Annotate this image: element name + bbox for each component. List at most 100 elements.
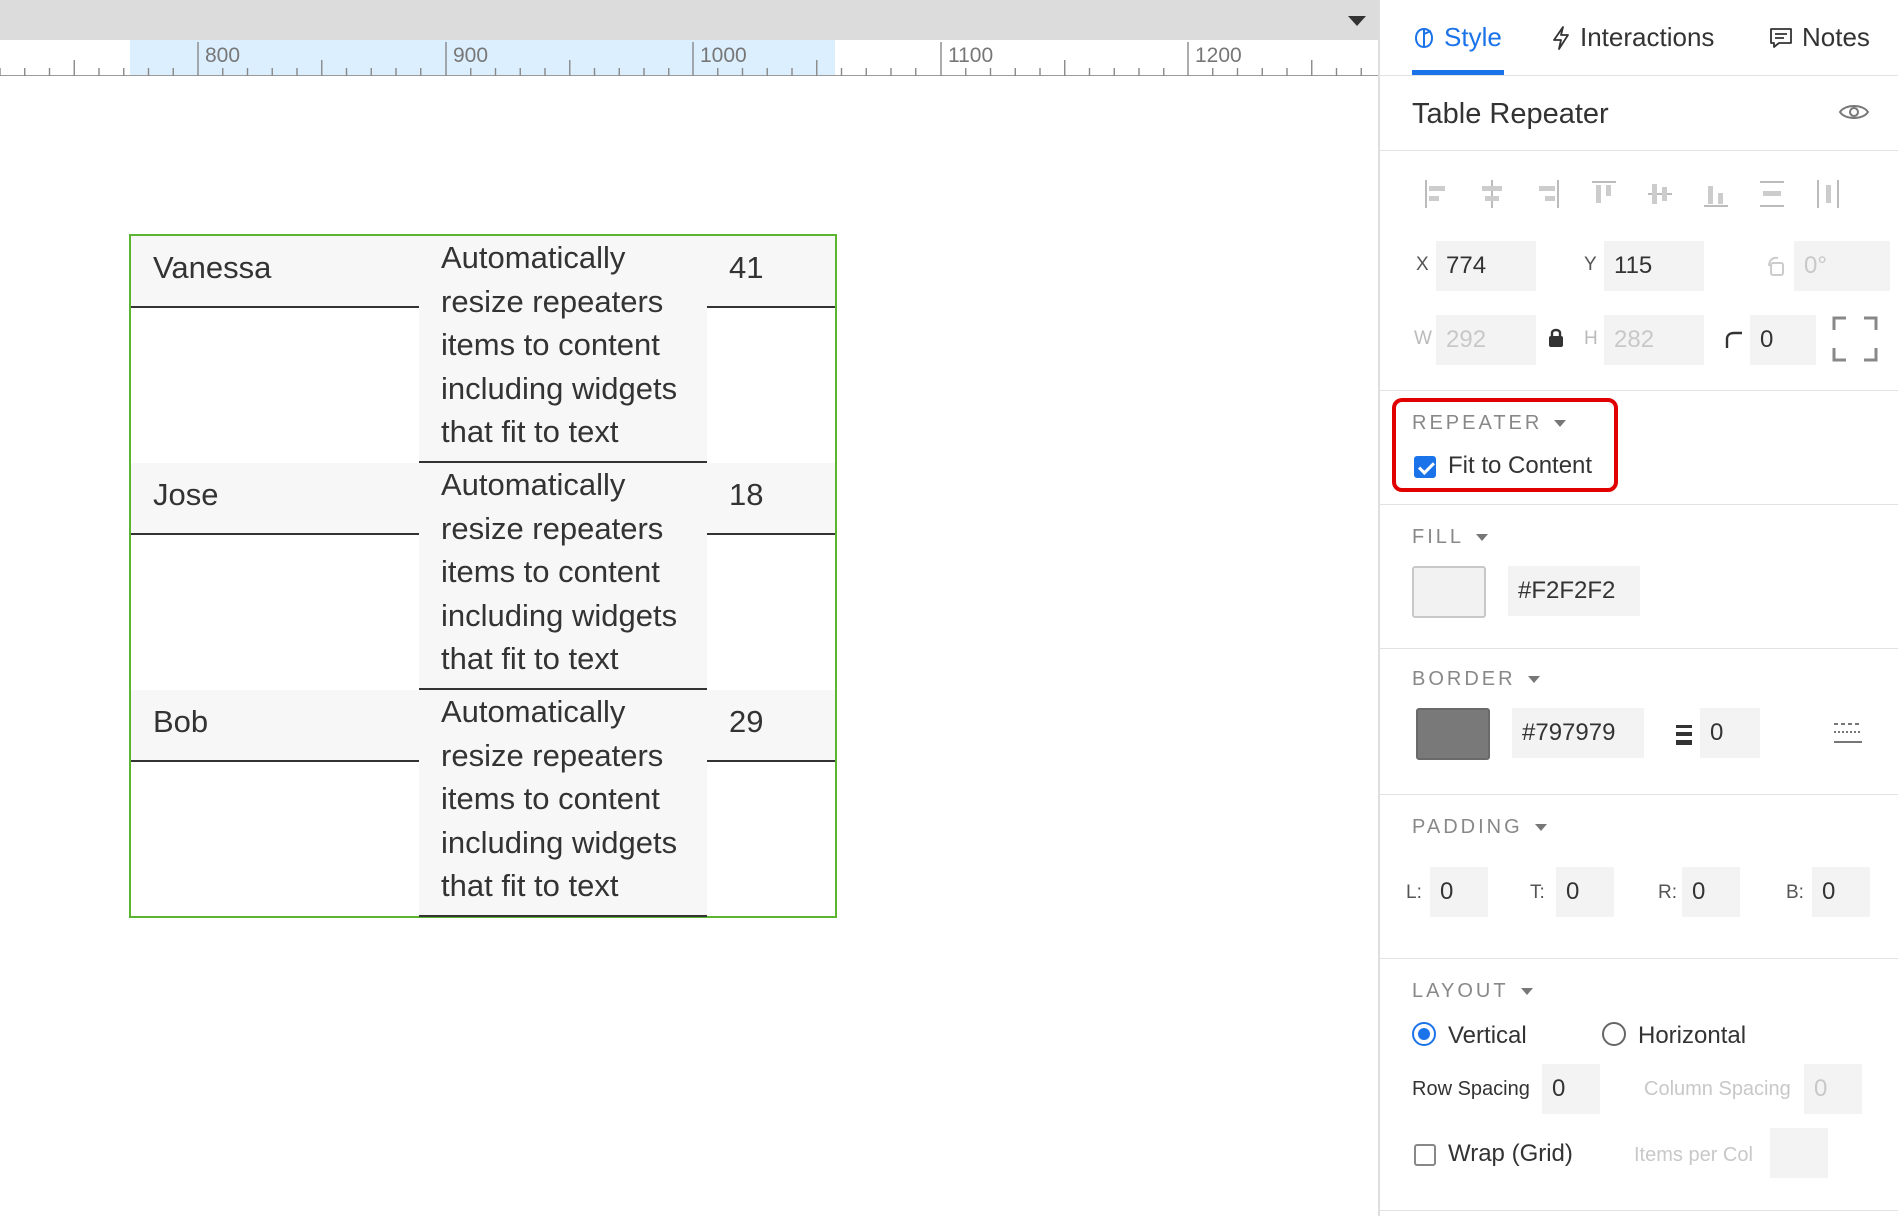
ruler-label: 1100 (948, 44, 994, 67)
description-line: including widgets (441, 597, 678, 633)
align-middle-icon[interactable] (1646, 178, 1674, 210)
style-icon (1414, 27, 1434, 48)
rotation-icon (1768, 256, 1784, 276)
fit-to-content-label[interactable]: Fit to Content (1448, 452, 1592, 480)
distribute-horizontal-icon[interactable] (1814, 178, 1842, 210)
horizontal-ruler: 800 900 1000 1100 1200 (0, 40, 1378, 76)
description-line: resize repeaters (441, 737, 664, 773)
h-label: H (1584, 328, 1598, 349)
h-field[interactable]: 282 (1604, 315, 1704, 365)
tab-notes[interactable]: Notes (1768, 22, 1870, 53)
wrap-grid-checkbox[interactable] (1414, 1144, 1436, 1166)
tab-style-label: Style (1444, 22, 1502, 52)
description-line: Automatically (441, 240, 626, 275)
padding-bottom-field[interactable]: 0 (1812, 867, 1870, 917)
design-canvas[interactable]: 800 900 1000 1100 1200 Automatically res… (0, 0, 1378, 1216)
cell-underline (131, 533, 419, 535)
age-cell: 18 (729, 477, 764, 512)
fill-heading: FILL (1412, 526, 1465, 548)
eye-icon[interactable] (1838, 100, 1870, 124)
padding-top-field[interactable]: 0 (1556, 867, 1614, 917)
divider (1380, 150, 1898, 151)
corner-radius-field[interactable]: 0 (1750, 315, 1816, 365)
ruler-label: 1000 (700, 44, 747, 67)
tab-interactions-label: Interactions (1580, 22, 1715, 52)
column-spacing-label: Column Spacing (1644, 1078, 1791, 1100)
align-center-icon[interactable] (1478, 178, 1506, 210)
wrap-grid-label[interactable]: Wrap (Grid) (1448, 1140, 1573, 1168)
align-right-icon[interactable] (1534, 178, 1562, 210)
border-width-field[interactable]: 0 (1700, 708, 1760, 758)
cell-underline (707, 760, 835, 762)
widget-name[interactable]: Table Repeater (1412, 98, 1609, 131)
description-line: resize repeaters (441, 283, 664, 319)
align-bottom-icon[interactable] (1702, 178, 1730, 210)
padding-heading: PADDING (1412, 816, 1523, 838)
fill-section-header[interactable]: FILL (1412, 526, 1489, 549)
description-cell: Automatically resize repeaters items to … (419, 463, 707, 690)
vertical-label[interactable]: Vertical (1448, 1022, 1527, 1050)
tab-style[interactable]: Style (1412, 22, 1502, 53)
rotation-field[interactable]: 0° (1794, 241, 1890, 291)
fill-color-swatch[interactable] (1412, 566, 1486, 618)
description-line: items to content (441, 554, 660, 590)
divider (1380, 1210, 1898, 1211)
border-section-header[interactable]: BORDER (1412, 668, 1540, 691)
fill-color-field[interactable]: #F2F2F2 (1508, 566, 1640, 616)
padding-bottom-label: B: (1786, 882, 1804, 903)
column-spacing-field[interactable]: 0 (1804, 1064, 1862, 1114)
description-cell: Automatically resize repeaters items to … (419, 236, 707, 463)
horizontal-label[interactable]: Horizontal (1638, 1022, 1746, 1050)
lock-icon[interactable] (1546, 326, 1566, 350)
x-label: X (1416, 254, 1429, 275)
w-label: W (1414, 328, 1432, 349)
padding-section-header[interactable]: PADDING (1412, 816, 1547, 839)
alignment-toolbar (1422, 178, 1862, 210)
padding-left-field[interactable]: 0 (1430, 867, 1488, 917)
repeater-row[interactable]: Automatically resize repeaters items to … (131, 236, 835, 463)
repeater-heading: REPEATER (1412, 412, 1543, 434)
vertical-radio[interactable] (1412, 1022, 1436, 1046)
padding-left-label: L: (1406, 882, 1422, 903)
table-repeater[interactable]: Automatically resize repeaters items to … (129, 234, 837, 918)
ruler-label: 900 (453, 44, 489, 67)
border-style-icon[interactable] (1832, 720, 1864, 748)
description-line: including widgets (441, 824, 678, 860)
layout-section-header[interactable]: LAYOUT (1412, 980, 1533, 1003)
description-line: that fit to text (441, 641, 619, 677)
row-spacing-field[interactable]: 0 (1542, 1064, 1600, 1114)
description-line: items to content (441, 781, 660, 817)
canvas-top-strip (0, 0, 1378, 40)
repeater-row[interactable]: Automatically resize repeaters items to … (131, 690, 835, 917)
items-per-col-field[interactable] (1770, 1128, 1828, 1178)
w-field[interactable]: 292 (1436, 315, 1536, 365)
border-color-field[interactable]: #797979 (1512, 708, 1644, 758)
tab-interactions[interactable]: Interactions (1550, 22, 1714, 53)
horizontal-radio[interactable] (1602, 1022, 1626, 1046)
name-cell: Jose (153, 477, 219, 512)
age-cell: 41 (729, 250, 764, 285)
border-color-swatch[interactable] (1416, 708, 1490, 760)
repeater-row[interactable]: Automatically resize repeaters items to … (131, 463, 835, 690)
triangle-down-icon (1554, 420, 1567, 427)
align-left-icon[interactable] (1422, 178, 1450, 210)
app-window: 800 900 1000 1100 1200 Automatically res… (0, 0, 1898, 1216)
fit-to-content-checkbox[interactable] (1414, 456, 1436, 478)
align-top-icon[interactable] (1590, 178, 1618, 210)
divider (1380, 504, 1898, 505)
divider (1380, 390, 1898, 391)
triangle-down-icon (1520, 988, 1533, 995)
border-weight-icon (1676, 725, 1692, 745)
x-field[interactable]: 774 (1436, 241, 1536, 291)
fit-bounds-icon[interactable] (1832, 316, 1878, 362)
caret-down-icon[interactable] (1348, 16, 1366, 26)
y-field[interactable]: 115 (1604, 241, 1704, 291)
name-cell: Vanessa (153, 250, 272, 285)
age-cell: 29 (729, 704, 764, 739)
padding-right-field[interactable]: 0 (1682, 867, 1740, 917)
distribute-vertical-icon[interactable] (1758, 178, 1786, 210)
repeater-section-header[interactable]: REPEATER (1412, 412, 1567, 435)
border-heading: BORDER (1412, 668, 1516, 690)
notes-icon (1770, 27, 1792, 48)
name-cell: Bob (153, 704, 209, 739)
